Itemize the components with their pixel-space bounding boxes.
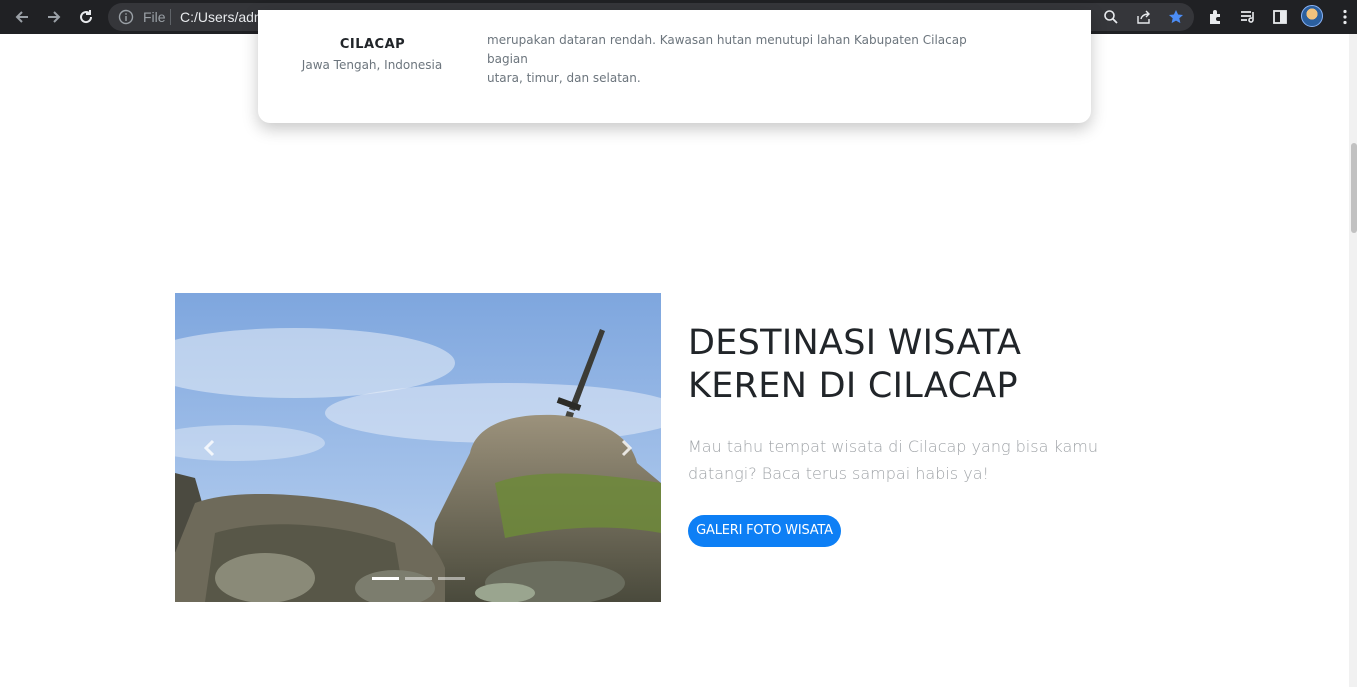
zoom-icon[interactable]	[1101, 7, 1121, 27]
hero-title-line: KEREN DI CILACAP	[688, 366, 1018, 406]
hero-title-line: DESTINASI WISATA	[688, 323, 1022, 363]
extensions-icon[interactable]	[1204, 5, 1228, 29]
carousel-indicator[interactable]	[371, 577, 399, 580]
profile-avatar[interactable]	[1301, 5, 1323, 27]
carousel-indicator[interactable]	[404, 577, 432, 580]
photo-carousel	[175, 293, 661, 602]
star-icon[interactable]	[1166, 7, 1186, 27]
carousel-slide-image	[175, 293, 661, 602]
info-icon[interactable]	[118, 9, 134, 30]
gallery-button[interactable]: GALERI FOTO WISATA	[688, 515, 841, 547]
back-icon[interactable]	[10, 5, 34, 29]
omnibox-divider	[170, 9, 171, 25]
chevron-right-icon	[621, 439, 633, 456]
chevron-left-icon	[203, 439, 215, 456]
reading-list-icon[interactable]	[1236, 5, 1260, 29]
share-icon[interactable]	[1134, 7, 1154, 27]
card-city-name: CILACAP	[339, 37, 406, 52]
menu-icon[interactable]	[1333, 5, 1357, 29]
carousel-indicators	[175, 577, 661, 580]
page-scrollbar-track[interactable]	[1349, 34, 1357, 687]
hero-title: DESTINASI WISATA KEREN DI CILACAP	[688, 322, 1088, 408]
card-city-region: Jawa Tengah, Indonesia	[301, 58, 443, 72]
card-description: merupakan dataran rendah. Kawasan hutan …	[487, 31, 987, 88]
carousel-next-button[interactable]	[591, 293, 661, 602]
reload-icon[interactable]	[74, 5, 98, 29]
file-scheme-label: File	[143, 9, 166, 25]
card-description-line: merupakan dataran rendah. Kawasan hutan …	[487, 33, 967, 66]
side-panel-icon[interactable]	[1268, 5, 1292, 29]
forward-icon[interactable]	[42, 5, 66, 29]
carousel-prev-button[interactable]	[175, 293, 245, 602]
page-scrollbar-thumb[interactable]	[1351, 143, 1357, 233]
card-description-line: utara, timur, dan selatan.	[487, 71, 641, 85]
carousel-indicator[interactable]	[437, 577, 465, 580]
hero-subtitle: Mau tahu tempat wisata di Cilacap yang b…	[688, 437, 1098, 483]
